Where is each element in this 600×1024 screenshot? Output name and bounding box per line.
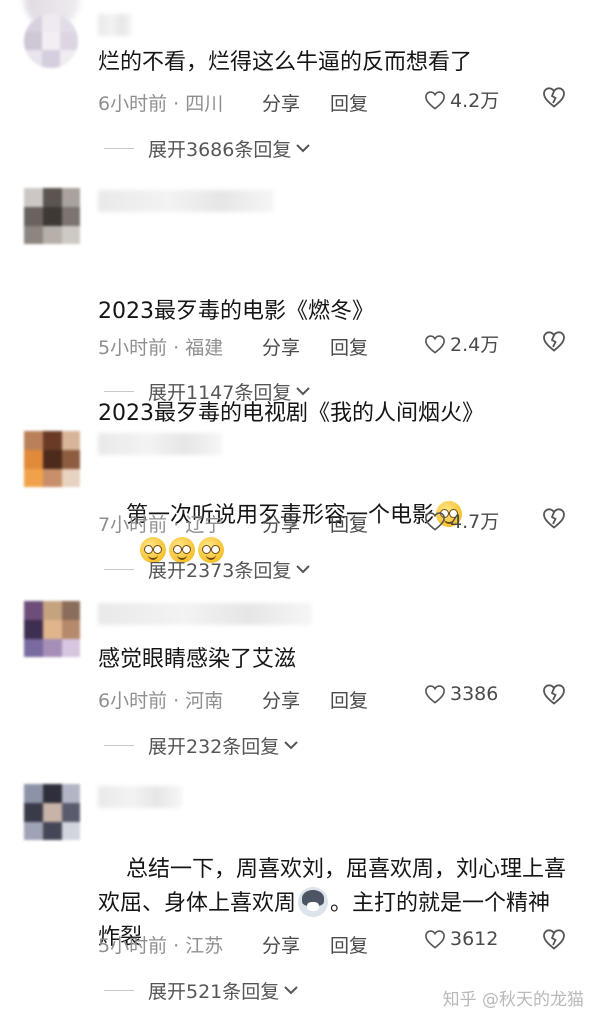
- expand-replies-button[interactable]: 展开3686条回复: [104, 133, 311, 163]
- comment-location: 福建: [185, 337, 224, 359]
- username-blurred[interactable]: [98, 190, 274, 212]
- heart-outline-icon: [425, 685, 445, 704]
- avatar[interactable]: [24, 188, 80, 244]
- comment-location: 辽宁: [185, 514, 224, 536]
- reply-button[interactable]: 回复: [330, 89, 368, 116]
- expand-replies-button[interactable]: 展开1147条回复: [104, 376, 311, 406]
- heart-outline-icon: [425, 930, 445, 949]
- share-button[interactable]: 分享: [262, 89, 300, 116]
- avatar[interactable]: [24, 14, 78, 68]
- expand-replies-label: 展开521条回复: [148, 980, 280, 1003]
- chevron-down-icon: [296, 565, 311, 574]
- husky-emoji-icon: [298, 887, 329, 917]
- comment-text: 烂的不看，烂得这么牛逼的反而想看了: [98, 50, 473, 75]
- like-button[interactable]: 2.4万: [424, 330, 499, 357]
- meta-separator: ·: [167, 690, 186, 712]
- expand-replies-label: 展开3686条回复: [148, 138, 292, 161]
- chevron-down-icon: [296, 387, 311, 396]
- comment-item: 第一次听说用歹毒形容一个电影 7小时前 · 辽宁 分享 回复 4.7万 展开23…: [0, 415, 600, 595]
- heart-outline-icon: [425, 334, 445, 354]
- broken-heart-outline-icon: [543, 331, 565, 352]
- like-button[interactable]: 3612: [424, 928, 498, 950]
- comment-meta: 6小时前 · 四川 分享 回复 4.2万: [98, 86, 580, 116]
- comment-location: 河南: [185, 690, 224, 712]
- like-count: 3386: [450, 683, 499, 705]
- broken-heart-outline-icon: [543, 684, 565, 705]
- dislike-button[interactable]: [542, 507, 566, 529]
- broken-heart-outline-icon: [543, 508, 565, 529]
- avatar[interactable]: [24, 784, 80, 840]
- comment-item: 烂的不看，烂得这么牛逼的反而想看了 6小时前 · 四川 分享 回复 4.2万 展…: [0, 0, 600, 170]
- divider: [104, 568, 134, 570]
- like-button[interactable]: 4.2万: [424, 86, 499, 113]
- expand-replies-label: 展开2373条回复: [148, 559, 292, 582]
- like-count: 4.7万: [450, 511, 500, 533]
- share-button[interactable]: 分享: [262, 333, 300, 360]
- broken-heart-outline-icon: [543, 87, 565, 108]
- meta-separator: ·: [167, 935, 186, 957]
- comment-meta: 5小时前 · 江苏 分享 回复 3612: [98, 928, 580, 958]
- dislike-button[interactable]: [542, 928, 566, 950]
- like-button[interactable]: 3386: [424, 683, 498, 705]
- broken-heart-outline-icon: [543, 929, 565, 950]
- share-button[interactable]: 分享: [262, 931, 300, 958]
- username-blurred[interactable]: [98, 14, 132, 36]
- comment-time: 5小时前: [98, 935, 168, 957]
- comment-item: 2023最歹毒的电影《燃冬》 2023最歹毒的电视剧《我的人间烟火》 5小时前 …: [0, 170, 600, 563]
- comment-text: 感觉眼睛感染了艾滋: [98, 647, 297, 672]
- reply-button[interactable]: 回复: [330, 686, 368, 713]
- dislike-button[interactable]: [542, 330, 566, 352]
- watermark: 知乎 @秋天的龙猫: [442, 990, 584, 1010]
- chevron-down-icon: [296, 144, 311, 153]
- meta-separator: ·: [167, 93, 186, 115]
- expand-replies-button[interactable]: 展开2373条回复: [104, 554, 311, 584]
- like-count: 2.4万: [450, 334, 500, 356]
- heart-outline-icon: [425, 90, 445, 110]
- divider: [104, 744, 134, 746]
- comment-meta: 5小时前 · 福建 分享 回复 2.4万: [98, 330, 580, 360]
- comment-time: 5小时前: [98, 337, 168, 359]
- like-count: 4.2万: [450, 90, 500, 112]
- comment-meta: 6小时前 · 河南 分享 回复 3386: [98, 683, 580, 713]
- dislike-button[interactable]: [542, 683, 566, 705]
- username-blurred[interactable]: [98, 786, 182, 808]
- reply-button[interactable]: 回复: [330, 931, 368, 958]
- divider: [104, 390, 134, 392]
- share-button[interactable]: 分享: [262, 510, 300, 537]
- comment-item: 感觉眼睛感染了艾滋 6小时前 · 河南 分享 回复 3386 展开232条回复: [0, 595, 600, 775]
- meta-separator: ·: [167, 337, 186, 359]
- username-blurred[interactable]: [98, 603, 312, 625]
- chevron-down-icon: [284, 986, 298, 995]
- avatar[interactable]: [24, 431, 80, 487]
- heart-outline-icon: [425, 511, 445, 531]
- comment-time: 6小时前: [98, 93, 168, 115]
- like-button[interactable]: 4.7万: [424, 507, 499, 534]
- reply-button[interactable]: 回复: [330, 510, 368, 537]
- expand-replies-label: 展开1147条回复: [148, 381, 292, 404]
- divider: [104, 147, 134, 149]
- avatar[interactable]: [24, 601, 80, 657]
- comment-time: 7小时前: [98, 514, 168, 536]
- username-blurred[interactable]: [98, 433, 222, 455]
- comment-location: 四川: [185, 93, 224, 115]
- expand-replies-button[interactable]: 展开521条回复: [104, 975, 299, 1005]
- expand-replies-label: 展开232条回复: [148, 735, 280, 758]
- dislike-button[interactable]: [542, 86, 566, 108]
- comment-location: 江苏: [185, 935, 224, 957]
- expand-replies-button[interactable]: 展开232条回复: [104, 730, 299, 760]
- comment-line: 2023最歹毒的电影《燃冬》: [98, 299, 374, 324]
- reply-button[interactable]: 回复: [330, 333, 368, 360]
- chevron-down-icon: [284, 741, 298, 750]
- comment-meta: 7小时前 · 辽宁 分享 回复 4.7万: [98, 507, 580, 537]
- comment-time: 6小时前: [98, 690, 168, 712]
- like-count: 3612: [450, 928, 499, 950]
- share-button[interactable]: 分享: [262, 686, 300, 713]
- meta-separator: ·: [167, 514, 186, 536]
- divider: [104, 989, 134, 991]
- comment-text: 总结一下，周喜欢刘，屈喜欢周，刘心理上喜欢屈、身体上喜欢周 。主打的就是一个精神炸…: [98, 819, 572, 989]
